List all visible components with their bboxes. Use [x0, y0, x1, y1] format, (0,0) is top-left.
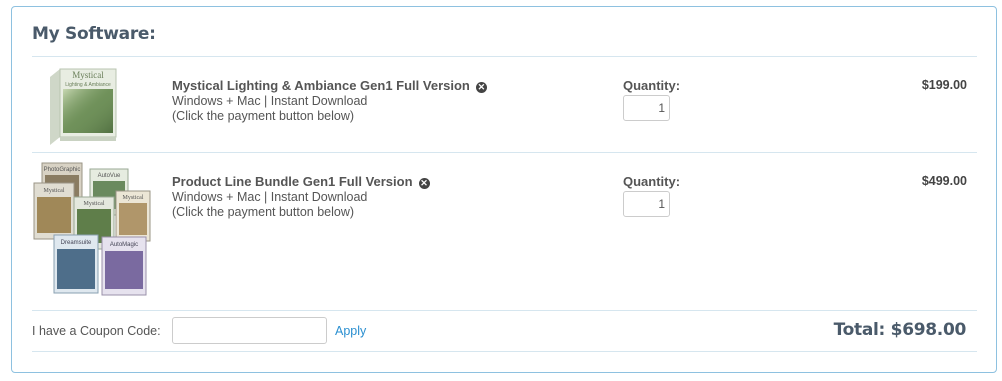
cart-item: PhotoGraphic AutoVue Mystical Mystical M…: [32, 153, 977, 310]
product-name: Product Line Bundle Gen1 Full Version: [172, 174, 413, 189]
order-total: Total: $698.00: [833, 320, 967, 340]
divider: [32, 351, 977, 352]
item-price: $199.00: [921, 78, 967, 92]
panel-title: My Software:: [32, 24, 156, 44]
svg-text:Mystical: Mystical: [44, 188, 65, 194]
product-platform: Windows + Mac | Instant Download: [172, 190, 368, 204]
svg-text:Mystical: Mystical: [84, 201, 105, 207]
svg-text:Dreamsuite: Dreamsuite: [61, 240, 92, 246]
product-box-image: Mystical Lighting & Ambiance: [44, 65, 122, 150]
coupon-label: I have a Coupon Code:: [32, 324, 161, 338]
svg-text:AutoMagic: AutoMagic: [110, 242, 138, 248]
item-price: $499.00: [921, 174, 967, 188]
quantity-label: Quantity:: [623, 78, 681, 93]
cart-item: Mystical Lighting & Ambiance Mystical Li…: [32, 57, 977, 152]
svg-text:PhotoGraphic: PhotoGraphic: [44, 167, 81, 173]
svg-text:Lighting & Ambiance: Lighting & Ambiance: [65, 82, 111, 88]
product-note: (Click the payment button below): [172, 109, 355, 123]
remove-item-icon[interactable]: ✕: [418, 178, 430, 189]
product-platform: Windows + Mac | Instant Download: [172, 94, 368, 108]
remove-item-icon[interactable]: ✕: [475, 82, 487, 93]
svg-text:Mystical: Mystical: [72, 70, 104, 80]
svg-text:Mystical: Mystical: [123, 195, 144, 201]
product-bundle-image: PhotoGraphic AutoVue Mystical Mystical M…: [32, 157, 152, 302]
divider: [32, 310, 977, 311]
product-note: (Click the payment button below): [172, 205, 355, 219]
coupon-code-input[interactable]: [172, 317, 327, 344]
product-name: Mystical Lighting & Ambiance Gen1 Full V…: [172, 78, 470, 93]
apply-coupon-link[interactable]: Apply: [335, 324, 366, 338]
software-cart-panel: My Software: Mystical Lighting & Ambianc…: [11, 6, 997, 373]
quantity-input[interactable]: [623, 95, 670, 121]
svg-text:AutoVue: AutoVue: [98, 173, 121, 179]
quantity-input[interactable]: [623, 191, 670, 217]
quantity-label: Quantity:: [623, 174, 681, 189]
